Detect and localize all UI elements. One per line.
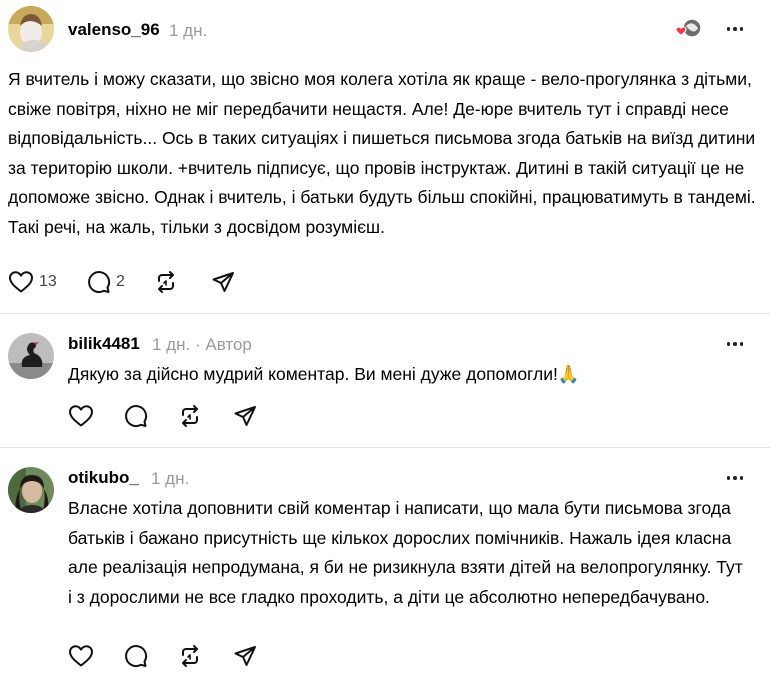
- avatar[interactable]: [8, 467, 54, 513]
- username[interactable]: valenso_96: [68, 20, 160, 40]
- share-button[interactable]: [211, 270, 235, 294]
- more-icon[interactable]: [724, 471, 746, 485]
- heart-icon: [69, 645, 93, 667]
- reply-button[interactable]: 2: [87, 270, 125, 294]
- username[interactable]: otikubo_: [68, 468, 139, 488]
- repost-icon: [158, 271, 174, 293]
- like-button[interactable]: [68, 644, 94, 668]
- comment-icon: [125, 645, 148, 668]
- author-badge: Автор: [205, 335, 252, 354]
- share-icon: [212, 272, 234, 292]
- post-time[interactable]: 1 дн.: [151, 469, 189, 489]
- post-valenso: valenso_96 1 дн. Я вчитель і можу сказат…: [0, 0, 770, 312]
- like-button[interactable]: [68, 404, 94, 428]
- post-otikubo: otikubo_ 1 дн. Власне хотіла доповнити с…: [0, 448, 770, 692]
- username[interactable]: bilik4481: [68, 334, 140, 354]
- post-bilik: bilik4481 1 дн. · Автор Дякую за дійсно …: [0, 314, 770, 446]
- like-button[interactable]: 13: [8, 270, 57, 294]
- share-button[interactable]: [233, 404, 257, 428]
- more-icon[interactable]: [724, 22, 746, 36]
- more-icon[interactable]: [724, 337, 746, 351]
- reply-button[interactable]: [124, 644, 148, 668]
- post-text-content: Дякую за дійсно мудрий коментар. Ви мені…: [68, 364, 558, 384]
- reply-button[interactable]: [124, 404, 148, 428]
- heart-icon: [69, 405, 93, 427]
- repost-button[interactable]: [178, 404, 202, 428]
- comment-icon: [88, 271, 111, 294]
- post-text: Дякую за дійсно мудрий коментар. Ви мені…: [68, 360, 758, 391]
- post-time: 1 дн. · Автор: [152, 335, 252, 355]
- repost-button[interactable]: [154, 270, 178, 294]
- post-time-value[interactable]: 1 дн.: [152, 335, 190, 354]
- folded-hands-emoji: 🙏: [557, 365, 580, 385]
- reply-count: 2: [116, 273, 125, 290]
- avatar[interactable]: [8, 6, 54, 52]
- share-button[interactable]: [233, 644, 257, 668]
- post-text: Власне хотіла доповнити свій коментар і …: [68, 498, 743, 607]
- repost-icon: [182, 405, 198, 427]
- repost-button[interactable]: [178, 644, 202, 668]
- post-time[interactable]: 1 дн.: [169, 21, 207, 41]
- repost-icon: [182, 645, 198, 667]
- post-text: Я вчитель і можу сказати, що звісно моя …: [8, 69, 756, 237]
- separator: ·: [194, 335, 201, 354]
- avatar[interactable]: [8, 333, 54, 379]
- share-icon: [234, 406, 256, 426]
- like-count: 13: [39, 273, 57, 290]
- share-icon: [234, 646, 256, 666]
- heart-icon: [9, 271, 33, 293]
- comment-icon: [125, 405, 148, 428]
- liked-by-author-icon[interactable]: [674, 18, 704, 40]
